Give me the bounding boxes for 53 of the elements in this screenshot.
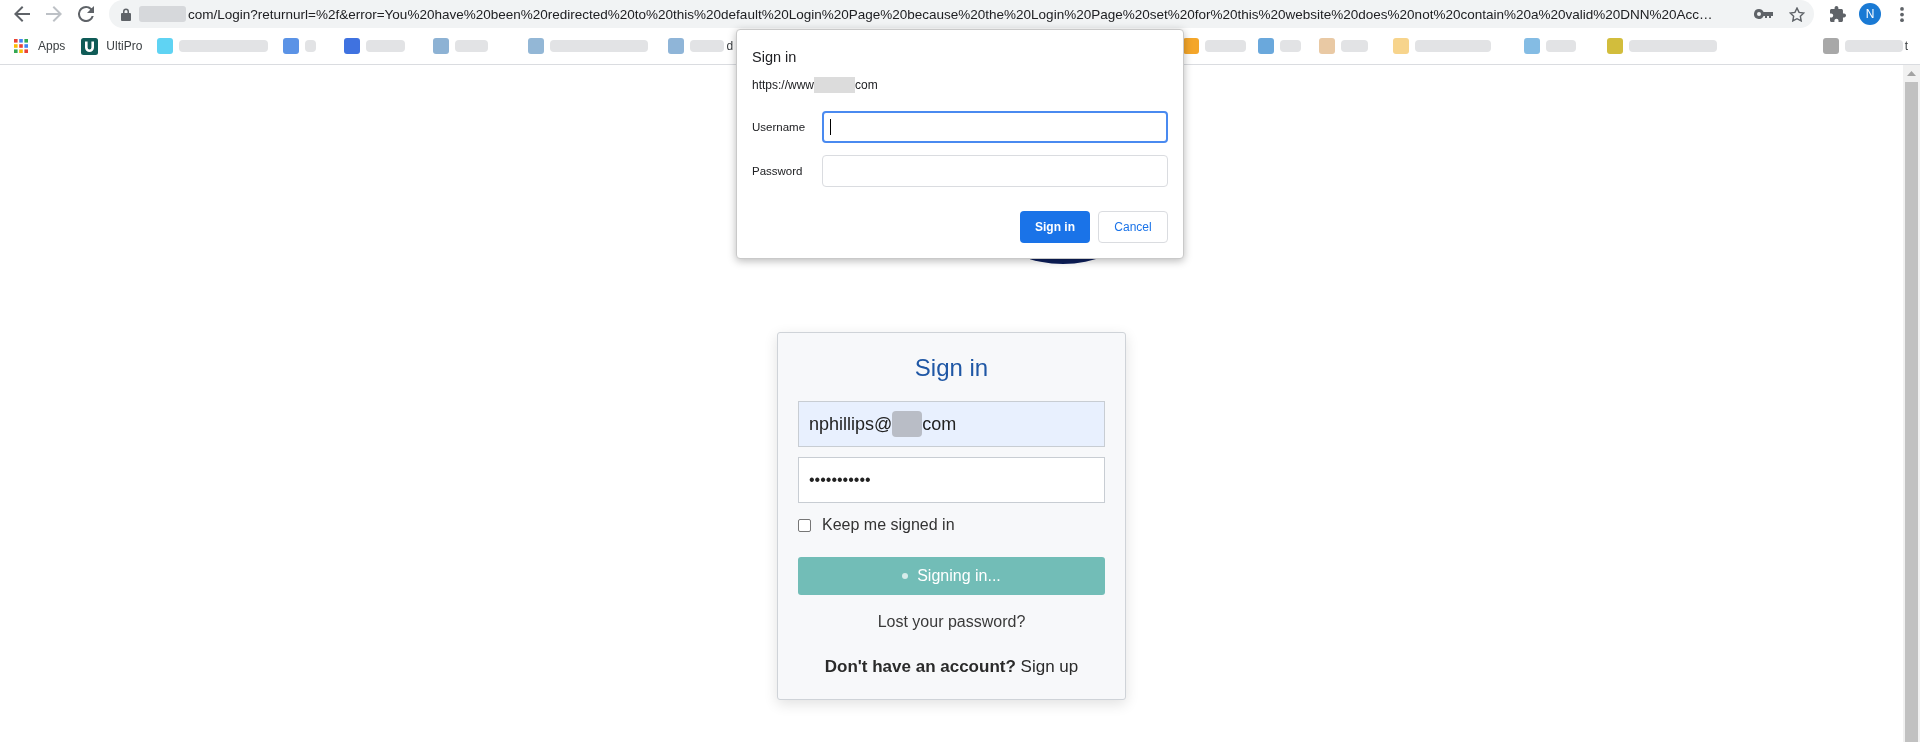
sign-up-link[interactable]: Sign up <box>1020 657 1079 676</box>
redaction-block <box>455 40 489 52</box>
card-title: Sign in <box>914 353 989 383</box>
redaction-block <box>1341 40 1369 52</box>
redaction-block <box>366 40 406 52</box>
username-field[interactable] <box>822 111 1168 143</box>
sign-in-button[interactable]: Sign in <box>1020 211 1090 243</box>
bookmark-item[interactable] <box>1607 38 1718 54</box>
email-field[interactable]: nphillips@ com <box>798 401 1105 447</box>
reload-icon[interactable] <box>78 6 94 22</box>
key-icon[interactable] <box>1754 9 1773 19</box>
field-label: Password <box>752 165 803 177</box>
dialog-title: Sign in <box>752 48 797 67</box>
redaction-block <box>305 40 317 52</box>
lock-icon[interactable] <box>121 7 131 21</box>
bookmark-item[interactable] <box>344 38 406 54</box>
sign-up-prompt: Don't have an account? Sign up <box>824 656 1079 678</box>
redaction-block <box>139 6 186 22</box>
bookmark-item[interactable] <box>433 38 489 54</box>
bookmark-item[interactable]: d <box>668 38 734 54</box>
bookmark-item[interactable]: UltiPro <box>81 37 143 55</box>
bookmark-item[interactable] <box>1258 38 1302 54</box>
bookmark-item[interactable] <box>1183 38 1247 54</box>
scrollbar-track[interactable] <box>1903 65 1920 742</box>
profile-avatar[interactable]: N <box>1859 3 1881 25</box>
bookmark-item[interactable]: Apps <box>14 39 66 53</box>
puzzle-piece-icon[interactable] <box>1830 6 1846 22</box>
address-bar[interactable]: com/Login?returnurl=%2f&error=You%20have%20been%20redirected%20to%20this%20default%20Login%20Page%20because%20the%20Login%20Page%20set%20for%20this%20website%20does%20not%20contain%20a%20valid%20DNN%20Acc… <box>109 0 1814 28</box>
app-grid-icon <box>14 39 28 53</box>
redaction-block <box>1844 40 1903 52</box>
star-icon[interactable] <box>1789 6 1805 22</box>
more-menu-icon[interactable] <box>1900 6 1904 22</box>
password-field[interactable]: ••••••••••• <box>798 457 1105 503</box>
redaction-block <box>1280 40 1302 52</box>
field-label: Username <box>752 121 806 133</box>
scrollbar-thumb[interactable] <box>1905 82 1918 742</box>
checkbox[interactable] <box>798 518 811 532</box>
cancel-button[interactable]: Cancel <box>1098 211 1168 243</box>
scroll-up-arrow-icon[interactable] <box>1907 71 1916 76</box>
bookmark-item[interactable] <box>528 38 649 54</box>
spinner-dot-icon <box>902 573 909 579</box>
u-letter-favicon-icon <box>81 37 99 55</box>
redaction-block <box>690 40 725 52</box>
redaction-block <box>1546 40 1577 52</box>
forgot-password-link[interactable]: Lost your password? <box>877 611 1026 633</box>
bookmark-item[interactable] <box>1524 38 1577 54</box>
redaction-block <box>1205 40 1247 52</box>
site-origin: https://www com <box>752 77 878 93</box>
checkbox-label[interactable]: Keep me signed in <box>822 516 955 534</box>
bookmark-item[interactable] <box>283 38 317 54</box>
password-field[interactable] <box>822 155 1168 187</box>
bookmark-item[interactable]: t <box>1822 38 1908 54</box>
back-arrow-icon[interactable] <box>14 6 30 22</box>
